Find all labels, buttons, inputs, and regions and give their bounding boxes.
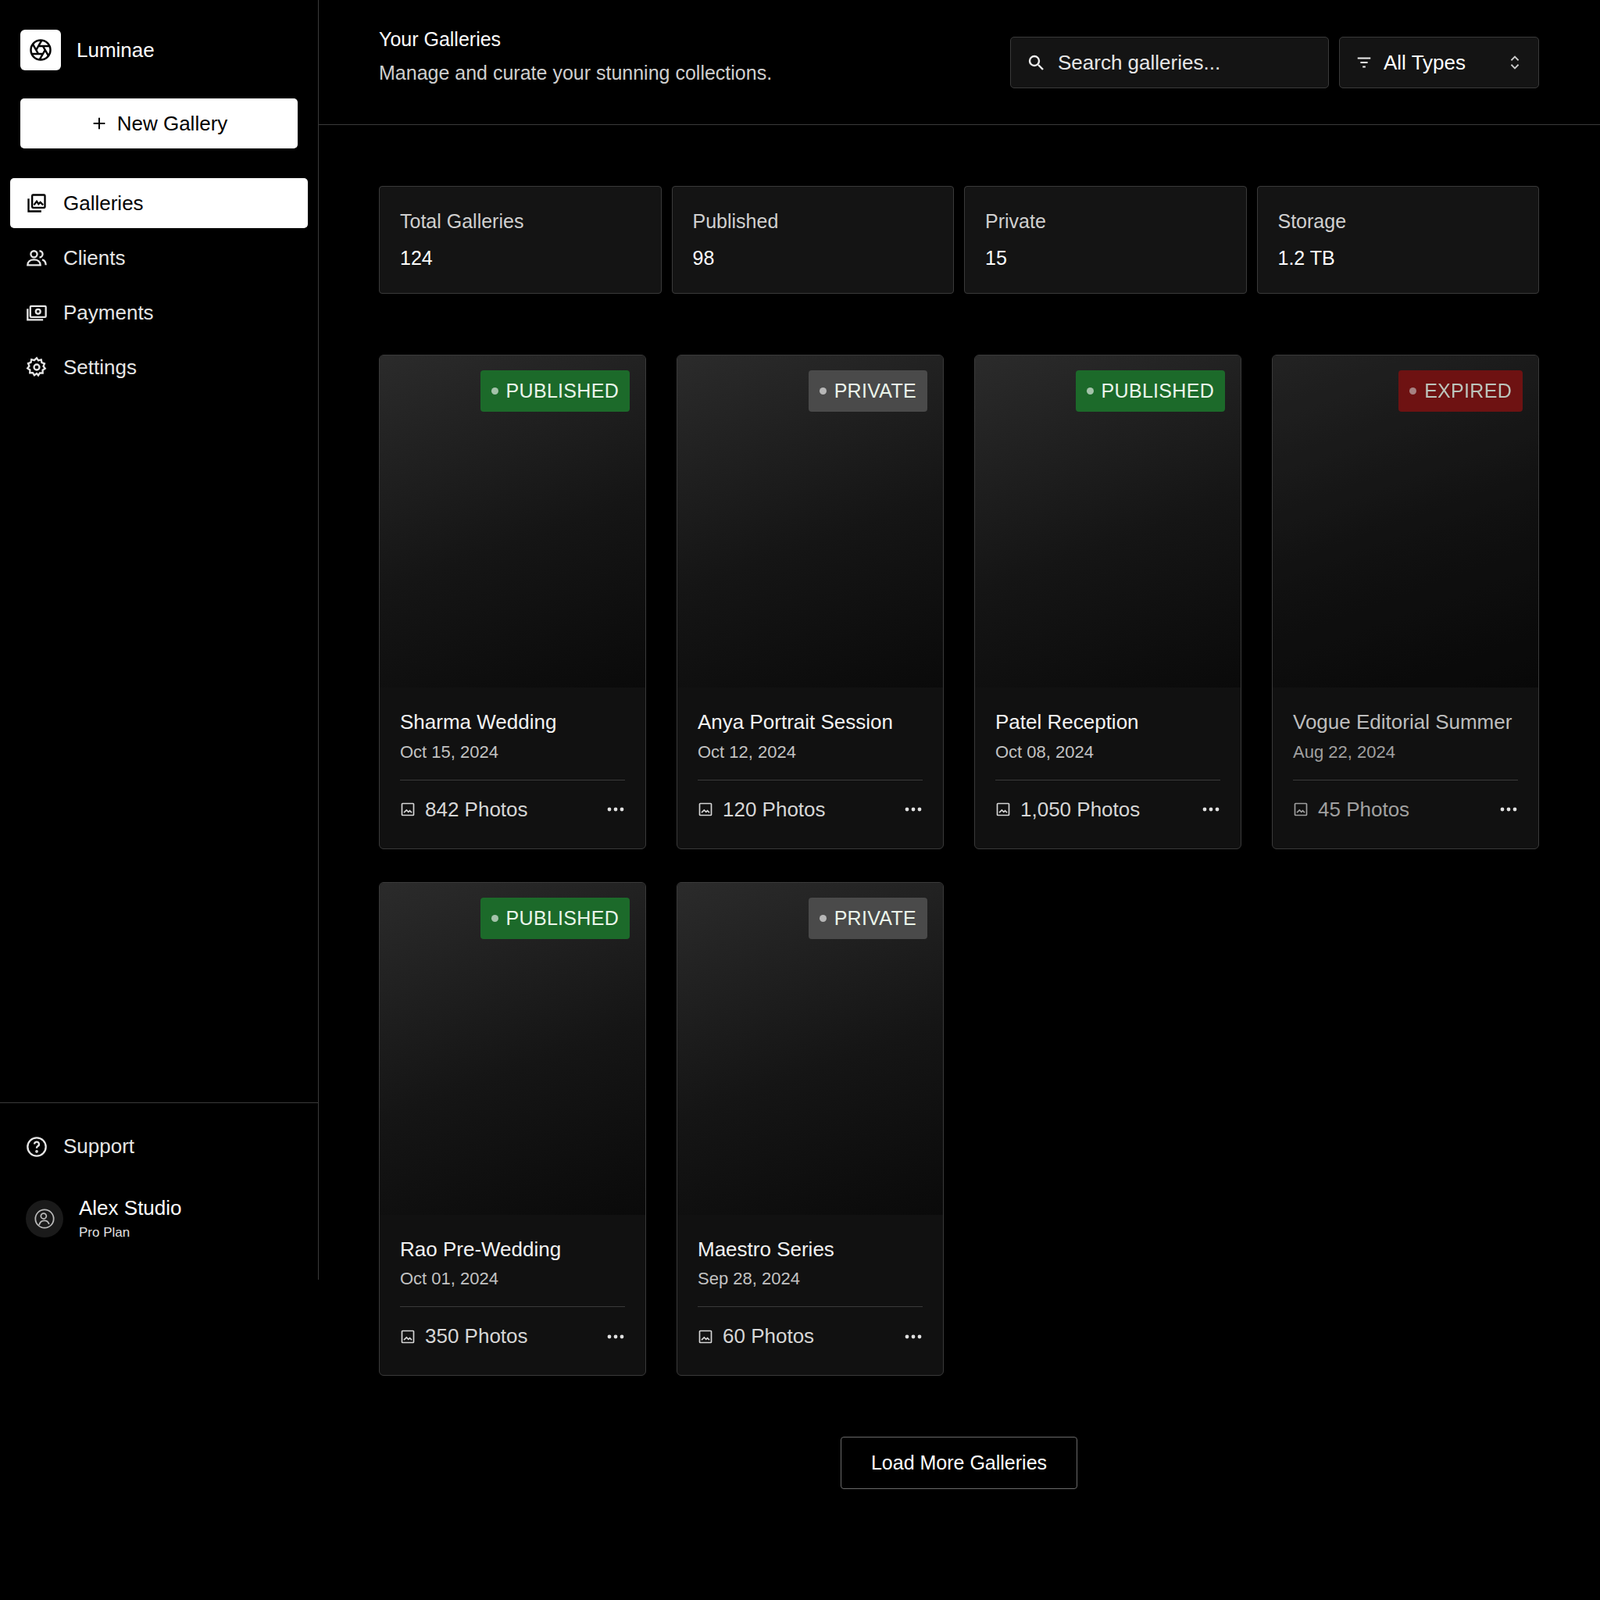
brand: Luminae (0, 0, 318, 71)
gallery-grid: PUBLISHED Sharma Wedding Oct 15, 2024 842 P… (378, 354, 1540, 1376)
more-icon[interactable] (903, 805, 923, 814)
photo-count: 45 Photos (1292, 797, 1410, 822)
type-filter[interactable]: All Types (1339, 36, 1540, 89)
gallery-date: Oct 01, 2024 (400, 1268, 625, 1290)
gallery-date: Oct 15, 2024 (400, 742, 625, 763)
logo (20, 29, 61, 71)
more-icon[interactable] (1201, 805, 1221, 814)
status-badge: PRIVATE (808, 370, 928, 412)
header: Your Galleries Manage and curate your stu… (318, 0, 1600, 125)
gallery-cover: PUBLISHED (379, 355, 646, 688)
gallery-cover: EXPIRED (1272, 355, 1539, 688)
status-badge: EXPIRED (1398, 370, 1523, 412)
gallery-card[interactable]: PRIVATE Maestro Series Sep 28, 2024 60 Phot… (676, 882, 944, 1377)
user-plan: Pro Plan (78, 1225, 183, 1241)
gallery-date: Oct 08, 2024 (995, 742, 1221, 763)
search-field[interactable] (1010, 36, 1329, 89)
gallery-card[interactable]: EXPIRED Vogue Editorial Summer Aug 22, 202… (1271, 354, 1540, 850)
status-badge: PUBLISHED (480, 897, 630, 940)
gallery-card[interactable]: PUBLISHED Rao Pre-Wedding Oct 01, 2024 350 … (378, 882, 647, 1377)
sidebar-item[interactable]: Galleries (10, 178, 308, 229)
image-icon (697, 801, 714, 818)
sidebar: LuminaeNew GalleryGalleriesClientsPaymen… (0, 0, 319, 1280)
help-icon (25, 1135, 48, 1158)
search-icon (1026, 53, 1046, 72)
payments-icon (25, 301, 48, 324)
image-icon (1292, 801, 1309, 818)
sidebar-item[interactable]: Settings (10, 342, 308, 393)
content: Total Galleries124Published98Private15St… (318, 125, 1600, 1536)
gallery-card[interactable]: PUBLISHED Sharma Wedding Oct 15, 2024 842 P… (378, 354, 647, 850)
main: Your Galleries Manage and curate your stu… (318, 0, 1600, 1536)
aperture-icon (28, 38, 53, 62)
photo-count: 60 Photos (697, 1324, 815, 1349)
gallery-cover: PUBLISHED (975, 355, 1241, 688)
user-profile[interactable]: Alex Studio Pro Plan (25, 1196, 293, 1241)
stat-card: Published98 (671, 185, 955, 294)
gallery-title: Sharma Wedding (400, 707, 625, 738)
load-more-button[interactable]: Load More Galleries (840, 1436, 1078, 1490)
photo-count: 350 Photos (400, 1324, 529, 1349)
sidebar-item[interactable]: Payments (10, 287, 308, 338)
gallery-cover: PUBLISHED (379, 882, 646, 1215)
photo-count: 120 Photos (697, 797, 826, 822)
gallery-cover: PRIVATE (677, 355, 943, 688)
gallery-title: Maestro Series (697, 1235, 923, 1265)
gallery-date: Aug 22, 2024 (1292, 742, 1518, 763)
gallery-card[interactable]: PRIVATE Anya Portrait Session Oct 12, 2024… (676, 354, 944, 850)
gallery-date: Sep 28, 2024 (697, 1268, 923, 1290)
photo-count: 1,050 Photos (995, 797, 1140, 822)
more-icon[interactable] (606, 1332, 625, 1341)
image-icon (995, 801, 1011, 818)
app-root: LuminaeNew GalleryGalleriesClientsPaymen… (0, 0, 1600, 1600)
new-gallery-button[interactable]: New Gallery (20, 98, 298, 149)
status-badge: PRIVATE (808, 897, 928, 940)
sort-icon (1507, 53, 1523, 72)
page-title: Your Galleries (378, 28, 772, 51)
plus-icon (90, 114, 108, 133)
stat-card: Private15 (964, 185, 1247, 294)
gallery-card[interactable]: PUBLISHED Patel Reception Oct 08, 2024 1,05… (974, 354, 1242, 850)
page-subtitle: Manage and curate your stunning collecti… (378, 61, 772, 85)
gallery-title: Anya Portrait Session (697, 707, 923, 738)
brand-name: Luminae (76, 38, 155, 63)
status-badge: PUBLISHED (480, 370, 630, 412)
filter-icon (1355, 53, 1373, 72)
stats-row: Total Galleries124Published98Private15St… (378, 185, 1540, 294)
support-link[interactable]: Support (25, 1134, 293, 1159)
more-icon[interactable] (606, 805, 625, 814)
image-icon (400, 801, 416, 818)
user-name: Alex Studio (78, 1196, 183, 1221)
stat-card: Total Galleries124 (378, 185, 662, 294)
photo-count: 842 Photos (400, 797, 529, 822)
avatar (25, 1200, 64, 1238)
image-icon (697, 1328, 714, 1345)
gallery-date: Oct 12, 2024 (697, 742, 923, 763)
gallery-title: Patel Reception (995, 707, 1221, 738)
more-icon[interactable] (903, 1332, 923, 1341)
sidebar-footer: Support Alex Studio Pro Plan (0, 1102, 318, 1280)
avatar-icon (33, 1207, 56, 1230)
gallery-title: Rao Pre-Wedding (400, 1235, 625, 1265)
search-input[interactable] (1056, 50, 1313, 76)
sidebar-item[interactable]: Clients (10, 232, 308, 283)
gallery-title: Vogue Editorial Summer (1292, 707, 1518, 738)
status-badge: PUBLISHED (1075, 370, 1225, 412)
sidebar-nav: GalleriesClientsPaymentsSettings (0, 148, 318, 393)
stat-card: Storage1.2 TB (1257, 185, 1540, 294)
clients-icon (25, 246, 48, 269)
image-icon (400, 1328, 416, 1345)
galleries-icon (25, 192, 48, 215)
gallery-cover: PRIVATE (677, 882, 943, 1215)
more-icon[interactable] (1499, 805, 1518, 814)
gear-icon (25, 356, 48, 379)
